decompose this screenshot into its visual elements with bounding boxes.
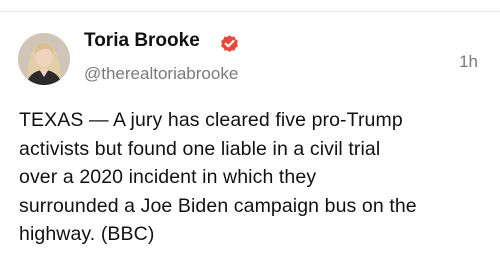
avatar-image — [18, 33, 70, 85]
author-name[interactable]: Toria Brooke — [84, 30, 200, 52]
divider — [0, 11, 500, 12]
verified-badge-icon — [221, 35, 238, 52]
post-text-line: activists but found one liable in a civi… — [19, 137, 381, 160]
author-handle[interactable]: @therealtoriabrooke — [84, 64, 238, 84]
post-text-line: over a 2020 incident in which they — [19, 166, 317, 188]
post-text-line: TEXAS — A jury has cleared five pro-Trum… — [19, 109, 403, 131]
post-text-line: highway. (BBC) — [19, 223, 155, 245]
post-card[interactable]: Toria Brooke @therealtoriabrooke 1h TEXA… — [0, 0, 500, 268]
post-text: TEXAS — A jury has cleared five pro-Trum… — [19, 106, 489, 249]
avatar[interactable] — [18, 33, 70, 85]
post-text-line: surrounded a Joe Biden campaign bus on t… — [19, 194, 417, 217]
post-timestamp[interactable]: 1h — [459, 52, 478, 72]
